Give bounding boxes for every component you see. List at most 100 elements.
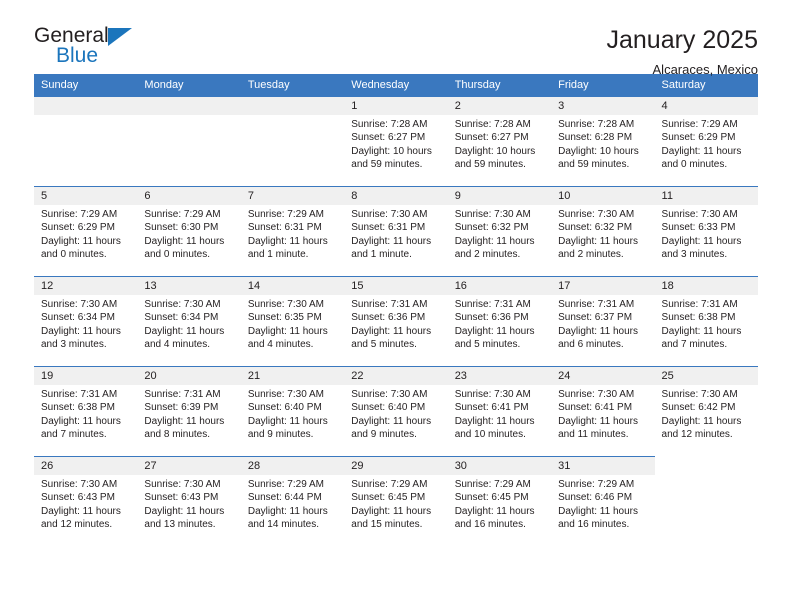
- sunset-text: Sunset: 6:38 PM: [661, 312, 736, 324]
- general-blue-logo[interactable]: General Blue: [34, 24, 146, 70]
- daylight-text: Daylight: 11 hours and 10 minutes.: [454, 415, 535, 441]
- daylight-text: Daylight: 11 hours and 6 minutes.: [558, 325, 638, 351]
- day-number: 28: [240, 457, 345, 475]
- day-details: Sunrise: 7:31 AM Sunset: 6:37 PM Daylight:…: [551, 295, 654, 352]
- daylight-text: Daylight: 11 hours and 16 minutes.: [558, 505, 638, 531]
- calendar-day-cell[interactable]: 16 Sunrise: 7:31 AM Sunset: 6:36 PM Dayligh…: [447, 276, 552, 367]
- sunrise-text: Sunrise: 7:31 AM: [558, 299, 635, 310]
- day-number: 5: [34, 187, 138, 205]
- sunset-text: Sunset: 6:29 PM: [661, 132, 736, 144]
- sunrise-text: Sunrise: 7:29 AM: [454, 479, 531, 490]
- calendar-day-cell[interactable]: 19 Sunrise: 7:31 AM Sunset: 6:38 PM Dayligh…: [34, 366, 138, 457]
- calendar-day-cell[interactable]: 22 Sunrise: 7:30 AM Sunset: 6:40 PM Dayligh…: [344, 366, 448, 457]
- calendar-day-cell[interactable]: 3 Sunrise: 7:28 AM Sunset: 6:28 PM Daylight…: [551, 96, 655, 187]
- sunset-text: Sunset: 6:27 PM: [351, 132, 426, 144]
- day-details: Sunrise: 7:29 AM Sunset: 6:46 PM Daylight:…: [551, 475, 654, 532]
- daylight-text: Daylight: 11 hours and 9 minutes.: [351, 415, 432, 441]
- day-details: Sunrise: 7:28 AM Sunset: 6:27 PM Daylight:…: [448, 115, 551, 172]
- day-number: 22: [344, 367, 448, 385]
- sunset-text: Sunset: 6:31 PM: [247, 222, 322, 234]
- calendar-day-cell[interactable]: 9 Sunrise: 7:30 AM Sunset: 6:32 PM Daylight…: [447, 186, 552, 277]
- calendar-day-cell[interactable]: 30 Sunrise: 7:29 AM Sunset: 6:45 PM Dayligh…: [447, 456, 552, 547]
- weekday-header-sunday: Sunday: [34, 74, 138, 97]
- calendar-day-cell[interactable]: 13 Sunrise: 7:30 AM Sunset: 6:34 PM Dayligh…: [137, 276, 241, 367]
- day-details: Sunrise: 7:28 AM Sunset: 6:27 PM Daylight:…: [344, 115, 447, 172]
- page-subtitle: Alcaraces, Mexico: [652, 62, 758, 77]
- calendar-day-cell[interactable]: 20 Sunrise: 7:31 AM Sunset: 6:39 PM Dayligh…: [137, 366, 241, 457]
- day-details: Sunrise: 7:28 AM Sunset: 6:28 PM Daylight:…: [551, 115, 654, 172]
- day-details: Sunrise: 7:30 AM Sunset: 6:34 PM Daylight:…: [34, 295, 137, 352]
- day-number: 15: [344, 277, 448, 295]
- sunrise-text: Sunrise: 7:29 AM: [41, 209, 118, 220]
- calendar-day-cell[interactable]: 17 Sunrise: 7:31 AM Sunset: 6:37 PM Dayligh…: [551, 276, 655, 367]
- sunset-text: Sunset: 6:35 PM: [247, 312, 322, 324]
- calendar-week-row: 12 Sunrise: 7:30 AM Sunset: 6:34 PM Dayligh…: [34, 276, 758, 367]
- day-number: 30: [447, 457, 552, 475]
- calendar-day-cell[interactable]: 26 Sunrise: 7:30 AM Sunset: 6:43 PM Dayligh…: [34, 456, 138, 547]
- calendar-day-cell[interactable]: 14 Sunrise: 7:30 AM Sunset: 6:35 PM Dayligh…: [240, 276, 345, 367]
- weekday-header-monday: Monday: [137, 74, 241, 97]
- daylight-text: Daylight: 11 hours and 7 minutes.: [661, 325, 742, 351]
- day-number: 9: [447, 187, 552, 205]
- calendar-day-cell[interactable]: 10 Sunrise: 7:30 AM Sunset: 6:32 PM Dayligh…: [551, 186, 655, 277]
- calendar-day-cell[interactable]: 29 Sunrise: 7:29 AM Sunset: 6:45 PM Dayligh…: [344, 456, 448, 547]
- calendar-day-cell[interactable]: 5 Sunrise: 7:29 AM Sunset: 6:29 PM Daylight…: [34, 186, 138, 277]
- calendar-grid: Sunday Monday Tuesday Wednesday Thursday Frid…: [34, 74, 758, 547]
- day-number: 3: [551, 97, 655, 115]
- daylight-text: Daylight: 11 hours and 9 minutes.: [247, 415, 328, 441]
- calendar-day-cell[interactable]: 25 Sunrise: 7:30 AM Sunset: 6:42 PM Dayligh…: [654, 366, 758, 457]
- calendar-day-cell[interactable]: 23 Sunrise: 7:30 AM Sunset: 6:41 PM Dayligh…: [447, 366, 552, 457]
- day-number: 26: [34, 457, 138, 475]
- page-header: General Blue January 2025 Alcaraces, Mex…: [34, 0, 758, 77]
- day-number: 27: [137, 457, 241, 475]
- calendar-day-cell[interactable]: 15 Sunrise: 7:31 AM Sunset: 6:36 PM Dayligh…: [344, 276, 448, 367]
- sunrise-text: Sunrise: 7:31 AM: [661, 299, 738, 310]
- day-details: Sunrise: 7:31 AM Sunset: 6:38 PM Daylight:…: [34, 385, 137, 442]
- calendar-day-cell[interactable]: 31 Sunrise: 7:29 AM Sunset: 6:46 PM Dayligh…: [551, 456, 655, 547]
- sunset-text: Sunset: 6:32 PM: [558, 222, 633, 234]
- sunset-text: Sunset: 6:36 PM: [351, 312, 426, 324]
- sunset-text: Sunset: 6:43 PM: [144, 492, 219, 504]
- day-details: Sunrise: 7:30 AM Sunset: 6:32 PM Daylight:…: [551, 205, 654, 262]
- calendar-day-cell[interactable]: 7 Sunrise: 7:29 AM Sunset: 6:31 PM Daylight…: [240, 186, 345, 277]
- daylight-text: Daylight: 11 hours and 4 minutes.: [144, 325, 225, 351]
- calendar-day-cell[interactable]: 18 Sunrise: 7:31 AM Sunset: 6:38 PM Dayligh…: [654, 276, 758, 367]
- calendar-day-cell[interactable]: 27 Sunrise: 7:30 AM Sunset: 6:43 PM Dayligh…: [137, 456, 241, 547]
- sunset-text: Sunset: 6:34 PM: [144, 312, 219, 324]
- day-details: Sunrise: 7:31 AM Sunset: 6:36 PM Daylight:…: [344, 295, 447, 352]
- sunset-text: Sunset: 6:36 PM: [454, 312, 529, 324]
- sunset-text: Sunset: 6:30 PM: [144, 222, 219, 234]
- calendar-day-cell-empty: [34, 96, 138, 187]
- calendar-week-row: 5 Sunrise: 7:29 AM Sunset: 6:29 PM Daylight…: [34, 186, 758, 277]
- calendar-day-cell[interactable]: 28 Sunrise: 7:29 AM Sunset: 6:44 PM Dayligh…: [240, 456, 345, 547]
- sunset-text: Sunset: 6:42 PM: [661, 402, 736, 414]
- sunrise-text: Sunrise: 7:30 AM: [41, 299, 118, 310]
- calendar-day-cell[interactable]: 12 Sunrise: 7:30 AM Sunset: 6:34 PM Dayligh…: [34, 276, 138, 367]
- day-number: 6: [137, 187, 241, 205]
- day-details: Sunrise: 7:29 AM Sunset: 6:44 PM Daylight:…: [241, 475, 344, 532]
- day-details: Sunrise: 7:29 AM Sunset: 6:45 PM Daylight:…: [344, 475, 447, 532]
- calendar-day-cell[interactable]: 11 Sunrise: 7:30 AM Sunset: 6:33 PM Dayligh…: [654, 186, 758, 277]
- calendar-day-cell[interactable]: 4 Sunrise: 7:29 AM Sunset: 6:29 PM Daylight…: [654, 96, 758, 187]
- sunset-text: Sunset: 6:43 PM: [41, 492, 115, 504]
- calendar-day-cell[interactable]: 21 Sunrise: 7:30 AM Sunset: 6:40 PM Dayligh…: [240, 366, 345, 457]
- sunrise-text: Sunrise: 7:28 AM: [351, 119, 428, 130]
- sunset-text: Sunset: 6:41 PM: [558, 402, 633, 414]
- day-details: Sunrise: 7:30 AM Sunset: 6:41 PM Daylight:…: [448, 385, 551, 442]
- daylight-text: Daylight: 11 hours and 5 minutes.: [351, 325, 432, 351]
- sunset-text: Sunset: 6:41 PM: [454, 402, 529, 414]
- day-details: Sunrise: 7:30 AM Sunset: 6:34 PM Daylight:…: [137, 295, 240, 352]
- sunrise-text: Sunrise: 7:30 AM: [454, 389, 531, 400]
- day-details: Sunrise: 7:30 AM Sunset: 6:33 PM Daylight:…: [655, 205, 758, 262]
- daylight-text: Daylight: 11 hours and 12 minutes.: [41, 505, 121, 531]
- day-details: Sunrise: 7:29 AM Sunset: 6:29 PM Daylight:…: [34, 205, 137, 262]
- day-number: 29: [344, 457, 448, 475]
- sunrise-text: Sunrise: 7:28 AM: [558, 119, 635, 130]
- calendar-day-cell-empty: [655, 457, 758, 547]
- day-number: 18: [654, 277, 758, 295]
- calendar-day-cell[interactable]: 2 Sunrise: 7:28 AM Sunset: 6:27 PM Daylight…: [447, 96, 552, 187]
- calendar-day-cell[interactable]: 6 Sunrise: 7:29 AM Sunset: 6:30 PM Daylight…: [137, 186, 241, 277]
- calendar-day-cell[interactable]: 24 Sunrise: 7:30 AM Sunset: 6:41 PM Dayligh…: [551, 366, 655, 457]
- calendar-day-cell[interactable]: 1 Sunrise: 7:28 AM Sunset: 6:27 PM Daylight…: [344, 96, 448, 187]
- calendar-day-cell[interactable]: 8 Sunrise: 7:30 AM Sunset: 6:31 PM Daylight…: [344, 186, 448, 277]
